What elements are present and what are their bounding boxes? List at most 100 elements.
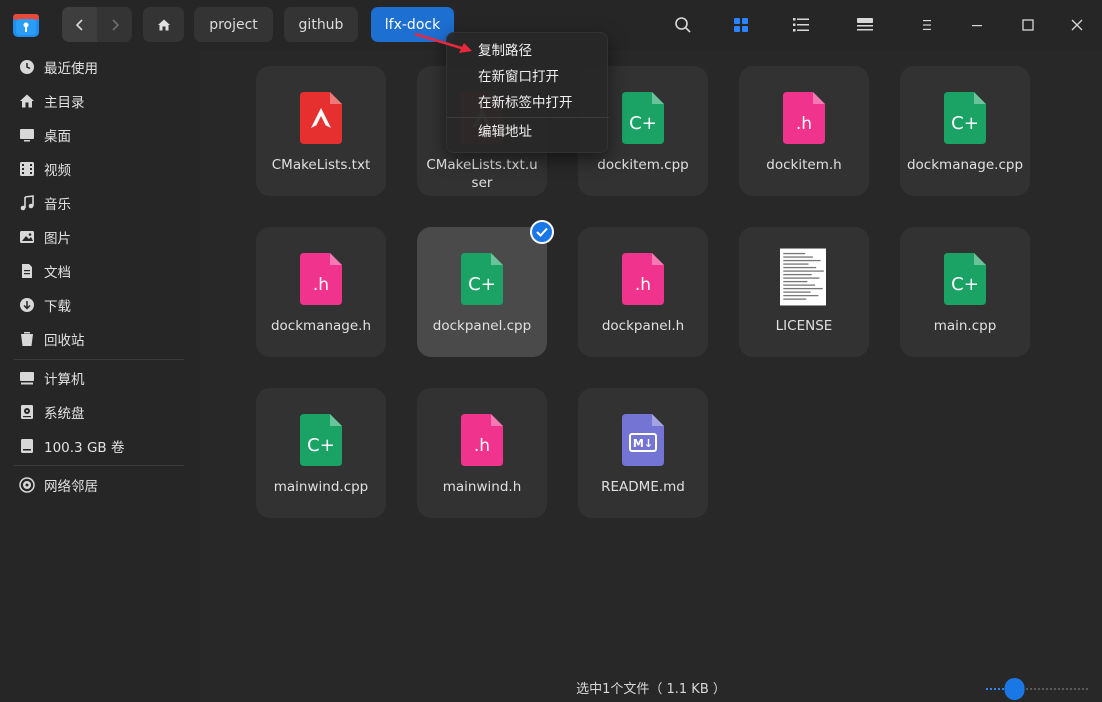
sidebar-item-documents[interactable]: 文档 [0, 256, 200, 286]
text-file-icon [780, 248, 826, 306]
breadcrumb-project[interactable]: project [194, 7, 273, 42]
navigation-buttons [62, 7, 132, 42]
file-item[interactable]: C+ dockmanage.cpp [900, 66, 1030, 196]
header-file-icon: .h [300, 253, 342, 305]
zoom-slider[interactable] [986, 676, 1088, 702]
sidebar-item-label: 桌面 [44, 129, 71, 145]
close-button[interactable] [1064, 12, 1090, 38]
header-file-icon: .h [622, 253, 664, 305]
search-button[interactable] [670, 12, 696, 38]
chevron-right-icon [111, 18, 119, 31]
file-name: mainwind.h [442, 479, 522, 495]
file-name: LICENSE [775, 318, 833, 334]
cpp-file-icon: C+ [944, 253, 986, 305]
file-item[interactable]: .h mainwind.h [417, 388, 547, 518]
menu-divider [447, 117, 609, 118]
sidebar-item-volume[interactable]: 100.3 GB 卷 [0, 431, 200, 461]
sidebar-item-computer[interactable]: 计算机 [0, 363, 200, 393]
svg-text:.h: .h [796, 114, 812, 134]
clock-icon [19, 59, 35, 75]
menu-item-edit-address[interactable]: 编辑地址 [447, 119, 609, 145]
svg-text:C+: C+ [468, 274, 496, 295]
sidebar-item-recent[interactable]: 最近使用 [0, 52, 200, 82]
sidebar-item-label: 音乐 [44, 197, 71, 213]
svg-text:.h: .h [313, 275, 329, 295]
selected-check-badge [530, 220, 554, 244]
sidebar-item-downloads[interactable]: 下载 [0, 290, 200, 320]
drive-icon [19, 438, 35, 454]
file-name: mainwind.cpp [273, 479, 369, 495]
sidebar-item-home[interactable]: 主目录 [0, 86, 200, 116]
sidebar-item-videos[interactable]: 视频 [0, 154, 200, 184]
menu-item-open-new-window[interactable]: 在新窗口打开 [447, 64, 609, 90]
menu-item-open-new-tab[interactable]: 在新标签中打开 [447, 90, 609, 116]
file-item[interactable]: CMakeLists.txt [256, 66, 386, 196]
header-file-icon: .h [783, 92, 825, 144]
file-item[interactable]: M↓ README.md [578, 388, 708, 518]
sidebar-item-label: 图片 [44, 231, 71, 247]
sidebar-item-label: 100.3 GB 卷 [44, 440, 125, 456]
svg-text:.h: .h [635, 275, 651, 295]
forward-button[interactable] [97, 7, 132, 42]
file-item[interactable]: .h dockpanel.h [578, 227, 708, 357]
file-item[interactable]: LICENSE [739, 227, 869, 357]
trash-icon [19, 331, 35, 347]
home-icon [157, 19, 170, 30]
sidebar-item-desktop[interactable]: 桌面 [0, 120, 200, 150]
sidebar-item-label: 主目录 [44, 95, 85, 111]
grid-view-icon [734, 18, 748, 32]
file-name: dockitem.cpp [597, 157, 689, 173]
list-view-icon [793, 18, 809, 32]
minimize-button[interactable] [964, 12, 990, 38]
file-name: dockmanage.cpp [906, 157, 1024, 173]
file-item[interactable]: C+ dockpanel.cpp [417, 227, 547, 357]
file-name: README.md [601, 479, 685, 495]
sidebar-item-label: 系统盘 [44, 406, 85, 422]
back-button[interactable] [62, 7, 97, 42]
sidebar-item-pictures[interactable]: 图片 [0, 222, 200, 252]
sidebar-divider [14, 465, 184, 466]
breadcrumb-github[interactable]: github [284, 7, 358, 42]
file-name: dockpanel.h [601, 318, 685, 334]
disk-icon [19, 404, 35, 420]
main-menu-button[interactable] [914, 12, 940, 38]
search-icon [675, 17, 691, 33]
file-item[interactable]: .h dockitem.h [739, 66, 869, 196]
cpp-file-icon: C+ [944, 92, 986, 144]
sidebar-item-system-disk[interactable]: 系统盘 [0, 397, 200, 427]
file-manager-logo-icon [13, 14, 39, 37]
svg-text:C+: C+ [307, 435, 335, 456]
svg-text:C+: C+ [951, 274, 979, 295]
sidebar-item-label: 视频 [44, 163, 71, 179]
cmake-file-icon [300, 92, 342, 144]
music-icon [19, 195, 35, 211]
sidebar-item-music[interactable]: 音乐 [0, 188, 200, 218]
list-view-button[interactable] [788, 12, 814, 38]
sidebar-item-trash[interactable]: 回收站 [0, 324, 200, 354]
maximize-button[interactable] [1015, 12, 1041, 38]
header-file-icon: .h [461, 414, 503, 466]
file-item[interactable]: C+ main.cpp [900, 227, 1030, 357]
svg-text:M↓: M↓ [633, 437, 653, 450]
file-item[interactable]: C+ mainwind.cpp [256, 388, 386, 518]
minimize-icon [972, 25, 982, 27]
icon-view-button[interactable] [728, 12, 754, 38]
file-name: main.cpp [933, 318, 997, 334]
network-icon [19, 477, 35, 493]
computer-icon [19, 370, 35, 386]
sidebar-item-label: 计算机 [44, 372, 85, 388]
sidebar-item-network[interactable]: 网络邻居 [0, 470, 200, 500]
home-crumb-button[interactable] [143, 7, 184, 42]
zoom-slider-handle[interactable] [1004, 678, 1025, 700]
svg-text:C+: C+ [629, 113, 657, 134]
file-item[interactable]: .h dockmanage.h [256, 227, 386, 357]
picture-icon [19, 229, 35, 245]
file-name: CMakeLists.txt.user [426, 157, 538, 191]
cpp-file-icon: C+ [622, 92, 664, 144]
check-icon [536, 227, 548, 237]
detail-panel-icon [857, 18, 873, 31]
detail-panel-button[interactable] [852, 12, 878, 38]
desktop-icon [19, 127, 35, 143]
file-name: dockmanage.h [270, 318, 372, 334]
file-name: CMakeLists.txt [271, 157, 371, 173]
